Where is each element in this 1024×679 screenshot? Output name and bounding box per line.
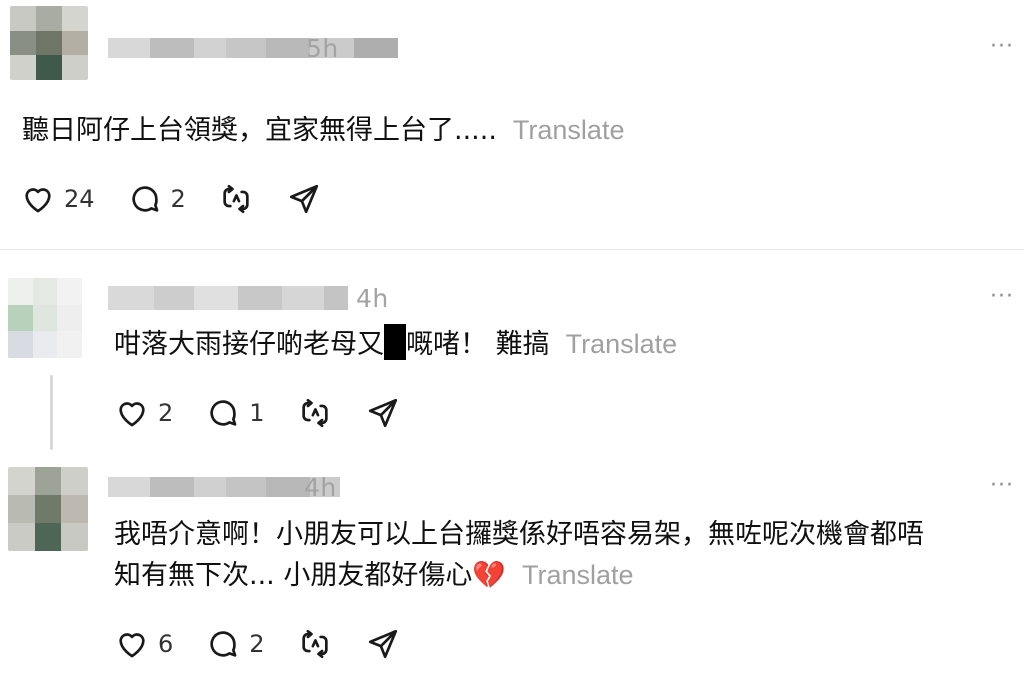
comment-button[interactable]: 1 <box>205 396 265 430</box>
heart-icon <box>114 627 150 661</box>
post-text: 我唔介意啊！小朋友可以上台攞獎係好唔容易架，無咗呢次機會都唔 知有無下次... … <box>114 515 924 596</box>
repost-button[interactable] <box>218 182 254 216</box>
share-icon <box>365 627 401 661</box>
repost-button[interactable] <box>297 396 333 430</box>
translate-link[interactable]: Translate <box>513 115 625 145</box>
share-button[interactable] <box>286 182 322 216</box>
share-button[interactable] <box>365 627 401 661</box>
repost-icon <box>297 627 333 661</box>
like-count: 6 <box>158 630 174 658</box>
more-options-icon[interactable]: ··· <box>990 475 1014 497</box>
like-count: 24 <box>64 185 95 213</box>
redaction-box <box>384 324 406 360</box>
thread-line <box>50 375 53 450</box>
post-time: 4h <box>356 284 389 313</box>
action-bar: 2 1 <box>114 396 433 430</box>
username-blurred[interactable] <box>108 38 398 58</box>
post-time: 4h <box>304 473 337 502</box>
more-options-icon[interactable]: ··· <box>990 36 1014 58</box>
post-text-content: 知有無下次... 小朋友都好傷心 <box>114 560 473 591</box>
heart-icon <box>114 396 150 430</box>
like-button[interactable]: 24 <box>20 182 95 216</box>
post-1: 5h ··· 聽日阿仔上台領獎，宜家無得上台了..... Translate 24… <box>0 0 1024 250</box>
comment-count: 2 <box>170 185 186 213</box>
comment-icon <box>205 627 241 661</box>
like-count: 2 <box>158 399 174 427</box>
username-blurred[interactable] <box>108 286 348 310</box>
broken-heart-emoji: 💔 <box>472 560 506 591</box>
action-bar: 24 2 <box>20 182 354 216</box>
comment-button[interactable]: 2 <box>205 627 265 661</box>
share-icon <box>365 396 401 430</box>
like-button[interactable]: 2 <box>114 396 173 430</box>
post-text: 聽日阿仔上台領獎，宜家無得上台了..... Translate <box>22 110 624 151</box>
comment-icon <box>127 182 163 216</box>
post-text-line-2: 知有無下次... 小朋友都好傷心💔 Translate <box>114 555 924 596</box>
repost-button[interactable] <box>297 627 333 661</box>
comment-count: 1 <box>249 399 265 427</box>
heart-icon <box>20 182 56 216</box>
post-time: 5h <box>306 34 339 63</box>
repost-icon <box>297 396 333 430</box>
post-text-line-1: 我唔介意啊！小朋友可以上台攞獎係好唔容易架，無咗呢次機會都唔 <box>114 519 924 550</box>
post-text-content: 聽日阿仔上台領獎，宜家無得上台了..... <box>22 115 497 146</box>
share-icon <box>286 182 322 216</box>
translate-link[interactable]: Translate <box>566 329 678 359</box>
post-2: 4h ··· 咁落大雨接仔啲老母又 嘅啫！ 難搞 Translate 2 1 <box>0 250 1024 455</box>
translate-link[interactable]: Translate <box>522 560 634 590</box>
comment-icon <box>205 396 241 430</box>
post-text: 咁落大雨接仔啲老母又 嘅啫！ 難搞 Translate <box>114 324 677 365</box>
post-text-content-part1: 咁落大雨接仔啲老母又 <box>114 329 384 360</box>
avatar[interactable] <box>8 278 82 358</box>
like-button[interactable]: 6 <box>114 627 173 661</box>
avatar[interactable] <box>8 467 88 551</box>
more-options-icon[interactable]: ··· <box>990 286 1014 308</box>
comment-button[interactable]: 2 <box>127 182 186 216</box>
share-button[interactable] <box>365 396 401 430</box>
action-bar: 6 2 <box>114 627 433 661</box>
avatar[interactable] <box>10 6 88 80</box>
post-3: 4h ··· 我唔介意啊！小朋友可以上台攞獎係好唔容易架，無咗呢次機會都唔 知有… <box>0 455 1024 679</box>
post-text-content-part2: 嘅啫！ 難搞 <box>406 329 550 360</box>
repost-icon <box>218 182 254 216</box>
comment-count: 2 <box>249 630 265 658</box>
